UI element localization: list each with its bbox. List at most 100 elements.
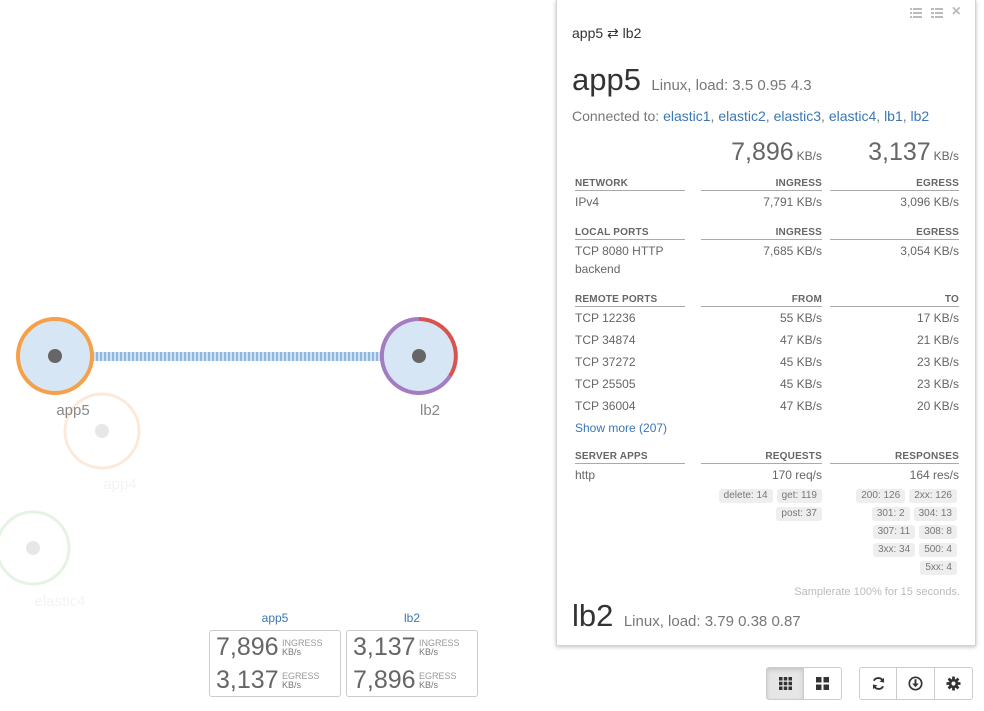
table-row: IPv4 7,791 KB/s 3,096 KB/s — [575, 191, 959, 213]
table-row[interactable]: TCP 12236 55 KB/s 17 KB/s — [575, 307, 959, 329]
request-badge: post: 37 — [776, 507, 822, 521]
connected-link-lb2[interactable]: lb2 — [911, 108, 930, 124]
table-cell: 17 KB/s — [916, 311, 959, 325]
egress-value: 7,896 — [353, 666, 416, 694]
table-header[interactable]: FROM — [701, 294, 822, 307]
exchange-icon: ⇄ — [607, 25, 619, 41]
table-header[interactable]: REMOTE PORTS — [575, 294, 685, 307]
server-apps-table: SERVER APPS REQUESTS RESPONSES http 170 … — [575, 450, 959, 486]
node-stat-name[interactable]: lb2 — [346, 610, 478, 630]
panel-header: app5 Linux, load: 3.5 0.95 4.3 — [572, 62, 812, 98]
peer-title[interactable]: lb2 — [572, 598, 613, 633]
table-header[interactable]: SERVER APPS — [575, 451, 685, 464]
table-header[interactable]: RESPONSES — [830, 451, 959, 464]
breadcrumb-to[interactable]: lb2 — [623, 25, 642, 41]
table-cell: 45 KB/s — [779, 355, 822, 369]
list-detail-icon[interactable] — [930, 6, 943, 21]
node-stat-box: 7,896 INGRESS KB/s 3,137 EGRESS KB/s — [209, 630, 341, 697]
table-cell: TCP 34874 — [575, 333, 636, 347]
view-mode-group — [766, 667, 842, 700]
action-group — [859, 667, 973, 700]
response-badge: 308: 8 — [919, 525, 957, 539]
table-row[interactable]: TCP 25505 45 KB/s 23 KB/s — [575, 373, 959, 395]
unit-label: KB/s — [282, 646, 302, 657]
total-egress: 3,137 — [868, 138, 931, 166]
node-stat-box: 3,137 INGRESS KB/s 7,896 EGRESS KB/s — [346, 630, 478, 697]
details-panel: × app5 ⇄ lb2 app5 Linux, load: 3.5 0.95 … — [556, 0, 976, 646]
connected-link-elastic1[interactable]: elastic1 — [663, 108, 710, 124]
connected-link-elastic3[interactable]: elastic3 — [774, 108, 821, 124]
refresh-icon — [872, 677, 884, 690]
table-header[interactable]: TO — [830, 294, 959, 307]
list-icon[interactable] — [909, 6, 922, 21]
request-badge: get: 119 — [776, 489, 822, 503]
node-label: app5 — [56, 402, 89, 419]
response-badge: 5xx: 4 — [920, 561, 957, 575]
node-lb2[interactable]: lb2 — [379, 316, 458, 419]
response-badge: 500: 4 — [919, 543, 957, 557]
node-title: app5 — [572, 62, 641, 97]
unit-label: KB/s — [419, 679, 439, 690]
node-stat-lb2[interactable]: lb2 3,137 INGRESS KB/s 7,896 EGRESS KB/s — [346, 610, 478, 697]
node-label: lb2 — [420, 402, 440, 419]
table-cell: 23 KB/s — [916, 355, 959, 369]
edge-app5-lb2[interactable] — [58, 352, 418, 361]
table-row[interactable]: TCP 36004 47 KB/s 20 KB/s — [575, 395, 959, 417]
connected-link-lb1[interactable]: lb1 — [884, 108, 903, 124]
connected-link-elastic2[interactable]: elastic2 — [718, 108, 765, 124]
grid-small-button[interactable] — [766, 667, 804, 700]
request-badge: delete: 14 — [718, 489, 773, 503]
topology-graph[interactable]: elastic4 app4 app5 lb2 — [0, 0, 560, 711]
table-header[interactable]: EGRESS — [830, 178, 959, 191]
response-badge: 200: 126 — [856, 489, 906, 503]
table-cell: 20 KB/s — [916, 399, 959, 413]
table-row[interactable]: TCP 34874 47 KB/s 21 KB/s — [575, 329, 959, 351]
unit-label: KB/s — [796, 149, 822, 163]
table-row[interactable]: http 170 req/s 164 res/s — [575, 464, 959, 486]
unit-label: KB/s — [419, 646, 439, 657]
response-badge: 2xx: 126 — [909, 489, 957, 503]
table-header[interactable]: LOCAL PORTS — [575, 227, 685, 240]
traffic-totals: 7,896 KB/s 3,137 KB/s — [557, 138, 977, 170]
node-label: elastic4 — [35, 593, 86, 610]
unit-label: KB/s — [933, 149, 959, 163]
settings-button[interactable] — [935, 667, 973, 700]
response-badge: 301: 2 — [871, 507, 910, 521]
table-cell: 7,685 KB/s — [763, 244, 822, 258]
table-row[interactable]: TCP 37272 45 KB/s 23 KB/s — [575, 351, 959, 373]
grid-large-button[interactable] — [804, 667, 842, 700]
node-label: app4 — [103, 476, 136, 493]
show-more-link[interactable]: Show more (207) — [575, 421, 667, 435]
table-header[interactable]: EGRESS — [830, 227, 959, 240]
ingress-value: 7,896 — [216, 633, 279, 661]
grid-large-icon — [816, 677, 829, 690]
node-subtitle: Linux, load: 3.5 0.95 4.3 — [651, 77, 812, 94]
local-ports-table: LOCAL PORTS INGRESS EGRESS TCP 8080 HTTP… — [575, 226, 959, 278]
panel-toolbar: × — [909, 4, 961, 21]
ingress-value: 3,137 — [353, 633, 416, 661]
refresh-button[interactable] — [859, 667, 897, 700]
table-cell: 47 KB/s — [779, 333, 822, 347]
node-app5[interactable]: app5 — [16, 317, 94, 419]
node-elastic4[interactable]: elastic4 — [0, 510, 86, 610]
connected-link-elastic4[interactable]: elastic4 — [829, 108, 876, 124]
node-stat-name[interactable]: app5 — [209, 610, 341, 630]
table-cell: 47 KB/s — [779, 399, 822, 413]
download-button[interactable] — [897, 667, 935, 700]
table-header[interactable]: INGRESS — [701, 227, 822, 240]
close-icon[interactable]: × — [952, 4, 961, 21]
download-icon — [908, 676, 923, 691]
table-header[interactable]: INGRESS — [701, 178, 822, 191]
table-header[interactable]: REQUESTS — [701, 451, 822, 464]
node-stat-app5[interactable]: app5 7,896 INGRESS KB/s 3,137 EGRESS KB/s — [209, 610, 341, 697]
table-row: TCP 8080 HTTP backend 7,685 KB/s 3,054 K… — [575, 240, 959, 278]
remote-ports-table: REMOTE PORTS FROM TO TCP 12236 55 KB/s 1… — [575, 293, 959, 417]
table-header[interactable]: NETWORK — [575, 178, 685, 191]
table-cell: TCP 8080 HTTP backend — [575, 244, 664, 276]
table-cell: 164 res/s — [909, 468, 959, 482]
gear-icon — [946, 676, 961, 691]
table-cell: 23 KB/s — [916, 377, 959, 391]
table-cell: TCP 36004 — [575, 399, 636, 413]
table-cell: TCP 12236 — [575, 311, 636, 325]
breadcrumb-from[interactable]: app5 — [572, 25, 603, 41]
